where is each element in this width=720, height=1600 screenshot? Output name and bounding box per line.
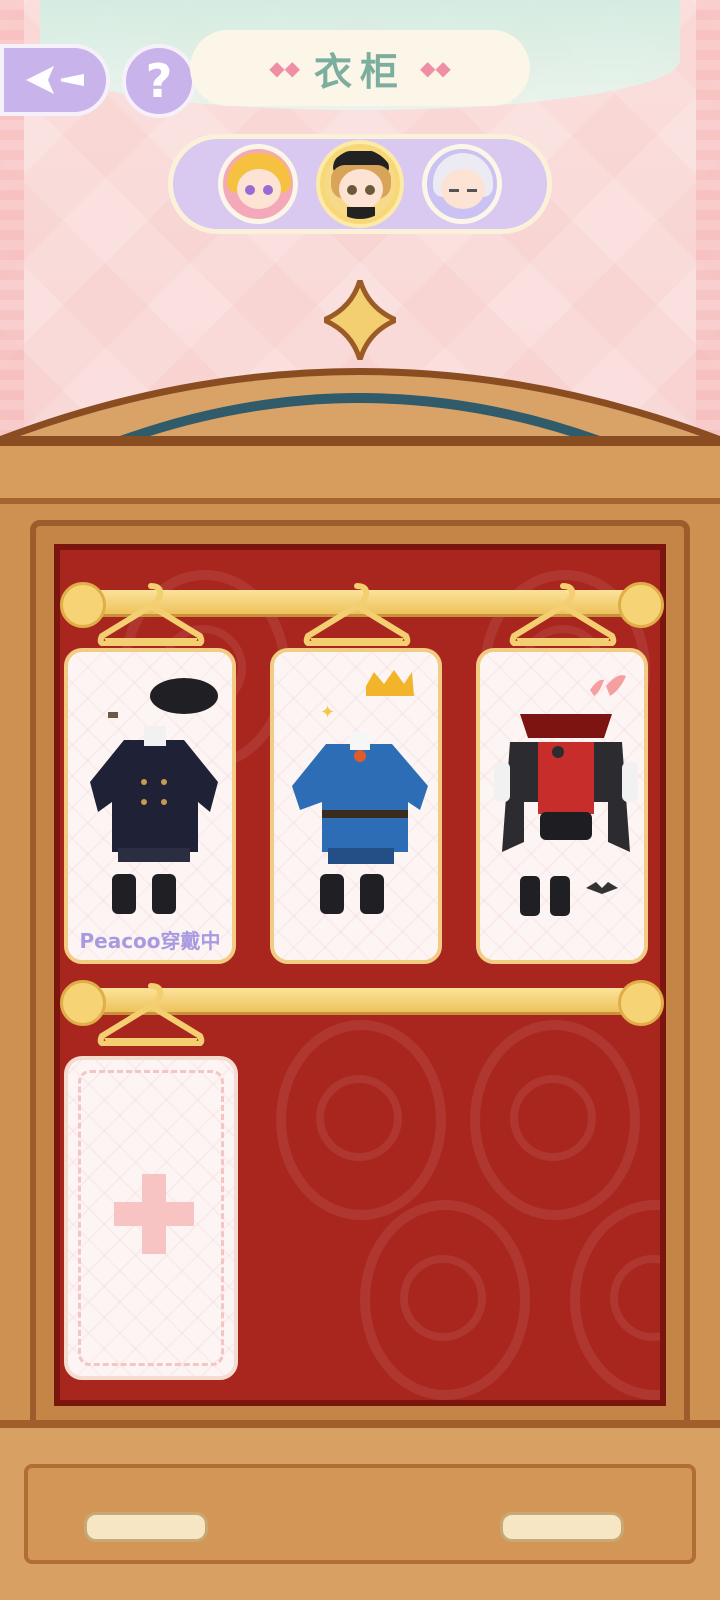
avatar-silver-girl[interactable] (422, 144, 502, 224)
add-outfit-slot[interactable] (64, 1056, 238, 1380)
title-deco-left-icon: ◆◆ (269, 56, 300, 80)
character-selector (168, 134, 552, 234)
back-button[interactable] (0, 44, 110, 116)
damask-pattern (470, 1020, 640, 1220)
svg-text:✦: ✦ (320, 702, 335, 723)
blue-prince-outfit-icon: ✦ (292, 670, 428, 914)
help-question-icon: ? (145, 54, 173, 108)
drawer-handle-left (84, 1512, 208, 1542)
hanger-icon (303, 583, 411, 646)
vampire-outfit-icon (494, 675, 638, 916)
wearing-status-label: Peacoo穿戴中 (79, 929, 221, 953)
avatar-blonde-girl[interactable] (218, 144, 298, 224)
outfit-card-blue-prince[interactable]: ✦ (270, 648, 442, 964)
wardrobe-cornice (0, 440, 720, 504)
page-title: 衣柜 (313, 48, 406, 94)
outfit-card-vampire[interactable] (476, 648, 648, 964)
black-suit-outfit-icon (90, 678, 218, 914)
drawer-handle-right (500, 1512, 624, 1542)
damask-pattern (570, 1200, 660, 1400)
plus-icon (114, 1174, 194, 1254)
outfit-card-black-suit[interactable]: Peacoo穿戴中 (64, 648, 236, 964)
hanger-icon (97, 583, 205, 646)
hanger-icon (509, 583, 617, 646)
damask-pattern (360, 1200, 530, 1400)
wardrobe-ornament-icon (324, 280, 396, 360)
avatar-beret-boy[interactable] (320, 144, 400, 224)
damask-pattern (276, 1020, 446, 1220)
title-deco-right-icon: ◆◆ (420, 56, 451, 80)
hanger-icon (97, 983, 205, 1046)
title-plate: ◆◆ 衣柜 ◆◆ (190, 30, 530, 106)
back-arrow-icon (26, 66, 84, 94)
help-button[interactable]: ? (122, 44, 196, 118)
